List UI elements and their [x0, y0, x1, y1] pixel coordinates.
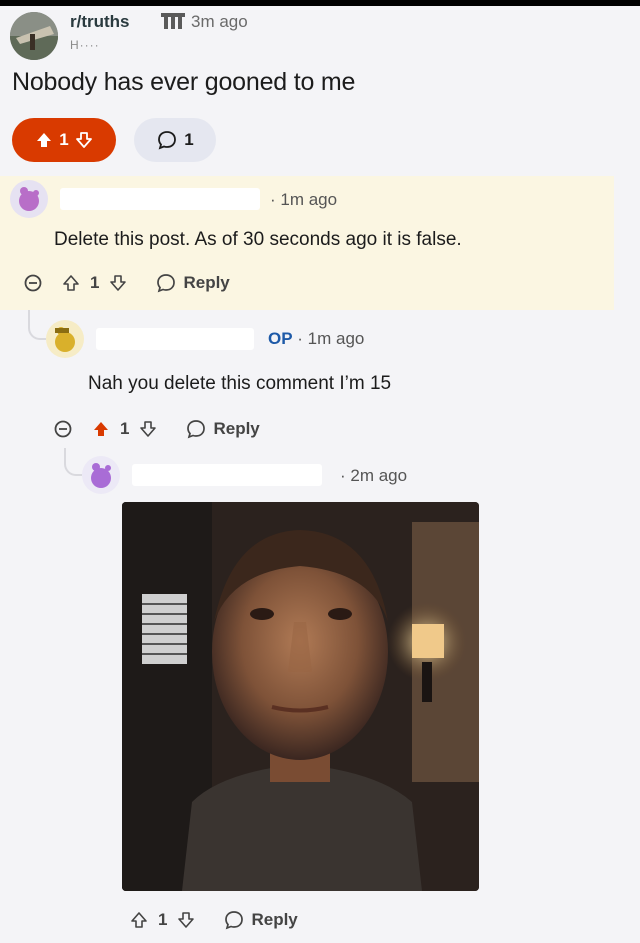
- comment-meta: OP · 1m ago: [268, 329, 364, 349]
- snoo-avatar[interactable]: [46, 320, 84, 358]
- thread-line: [64, 448, 82, 476]
- redacted-username: [60, 188, 260, 210]
- reply-icon: [185, 418, 207, 440]
- post-comment-count: 1: [184, 130, 194, 149]
- upvote-icon[interactable]: [130, 911, 148, 929]
- reply-button[interactable]: Reply: [185, 418, 260, 440]
- post-header: r/truths 3m ago H····: [10, 10, 610, 60]
- reply-icon: [223, 909, 245, 931]
- reply-label: Reply: [251, 910, 298, 929]
- comment-actions: 1 Reply: [24, 272, 230, 294]
- comment-time: · 1m ago: [297, 329, 365, 348]
- upvote-icon[interactable]: [92, 420, 110, 438]
- comment-text: Delete this post. As of 30 seconds ago i…: [54, 229, 462, 250]
- snoo-avatar[interactable]: [82, 456, 120, 494]
- comment-actions: 1 Reply: [54, 418, 260, 440]
- reply-button[interactable]: Reply: [223, 909, 298, 931]
- award-icon: [160, 12, 186, 30]
- comment-time: · 1m ago: [270, 190, 338, 209]
- redacted-username: [96, 328, 254, 350]
- snoo-avatar[interactable]: [10, 180, 48, 218]
- post-vote-count: 1: [59, 130, 69, 149]
- subreddit-avatar[interactable]: [10, 12, 58, 60]
- redacted-username: [132, 464, 322, 486]
- user-flair: H····: [70, 38, 100, 52]
- post-vote-pill: 1: [12, 118, 116, 162]
- reply-label: Reply: [183, 273, 230, 292]
- op-badge: OP: [268, 329, 293, 348]
- post-time: 3m ago: [191, 12, 248, 31]
- downvote-icon[interactable]: [139, 420, 157, 438]
- post-title[interactable]: Nobody has ever gooned to me: [12, 68, 355, 97]
- reply-button[interactable]: Reply: [155, 272, 230, 294]
- downvote-icon[interactable]: [109, 274, 127, 292]
- comment-icon: [156, 129, 178, 151]
- upvote-icon[interactable]: [62, 274, 80, 292]
- comment-vote-count: 1: [90, 273, 100, 292]
- downvote-icon[interactable]: [75, 131, 93, 149]
- post-comments-button[interactable]: 1: [134, 118, 216, 162]
- reply-label: Reply: [213, 419, 260, 438]
- comment-vote-count: 1: [120, 419, 130, 438]
- comment-text: Nah you delete this comment I’m 15: [88, 373, 392, 394]
- upvote-icon[interactable]: [35, 131, 53, 149]
- thread-line: [28, 310, 46, 340]
- collapse-icon[interactable]: [24, 274, 42, 292]
- collapse-icon[interactable]: [54, 420, 72, 438]
- comment-vote-count: 1: [158, 910, 168, 929]
- reply-icon: [155, 272, 177, 294]
- comment-image[interactable]: [122, 502, 479, 891]
- subreddit-name[interactable]: r/truths: [70, 12, 130, 32]
- downvote-icon[interactable]: [177, 911, 195, 929]
- comment-time: · 2m ago: [340, 466, 408, 485]
- top-edge-bar: [0, 0, 640, 6]
- comment-actions: 1 Reply: [130, 909, 298, 931]
